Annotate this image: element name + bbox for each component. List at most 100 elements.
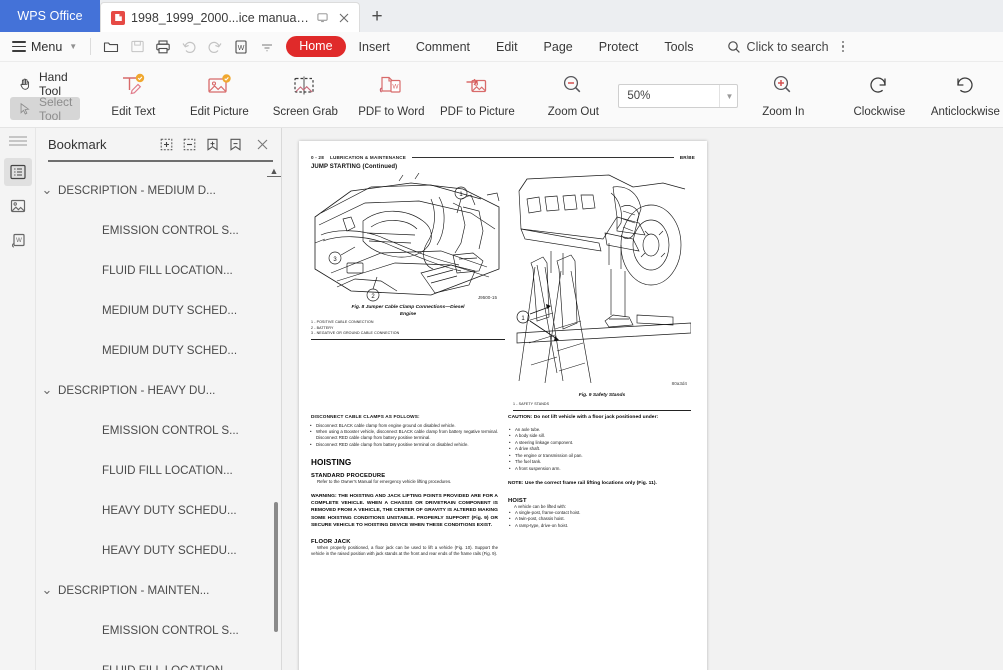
tab-edit[interactable]: Edit: [483, 36, 531, 58]
bookmark-item-label: FLUID FILL LOCATION...: [102, 463, 233, 477]
zoom-level-input[interactable]: 50% ▼: [618, 84, 739, 108]
bookmark-item-label: MEDIUM DUTY SCHED...: [102, 303, 238, 317]
chevron-down-icon[interactable]: ⌄: [36, 183, 58, 196]
zoom-out-button[interactable]: Zoom Out: [530, 65, 616, 127]
svg-text:J9500-15: J9500-15: [478, 295, 498, 300]
document-tab[interactable]: 1998_1999_2000...ice manual.pdf: [100, 2, 360, 32]
hand-tool-button[interactable]: Hand Tool: [10, 69, 80, 98]
close-icon[interactable]: [251, 133, 273, 155]
edit-text-button[interactable]: Edit Text: [90, 65, 176, 127]
bookmark-panel-icon[interactable]: [3, 157, 32, 186]
wps-office-brand-button[interactable]: WPS Office: [0, 0, 100, 32]
collapse-all-icon[interactable]: [178, 133, 201, 155]
figure-9-image: 1 80a3d4: [513, 173, 691, 391]
tab-home[interactable]: Home: [286, 36, 346, 57]
rotate-clockwise-label: Clockwise: [853, 106, 906, 118]
zoom-level-value: 50%: [627, 90, 651, 102]
chevron-down-icon[interactable]: ⌄: [36, 383, 58, 396]
bookmark-item[interactable]: EMISSION CONTROL S...: [36, 610, 281, 650]
customize-dropdown-icon[interactable]: [254, 35, 280, 59]
cursor-arrow-icon: [18, 102, 32, 116]
tab-tools[interactable]: Tools: [651, 36, 706, 58]
open-folder-icon[interactable]: [98, 35, 124, 59]
new-tab-icon[interactable]: +: [360, 2, 394, 32]
legend-item: 3 - NEGATIVE OR GROUND CABLE CONNECTION: [311, 331, 400, 335]
rotate-clockwise-button[interactable]: Clockwise: [836, 65, 922, 127]
zoom-in-label: Zoom In: [762, 106, 805, 118]
figure-8-caption-line2: Engine: [399, 311, 417, 317]
export-to-word-icon[interactable]: W: [228, 35, 254, 59]
redo-icon[interactable]: [202, 35, 228, 59]
menu-items: Home Insert Comment Edit Page Protect To…: [286, 36, 706, 58]
divider: [90, 38, 92, 55]
menu-bar: Menu ▼ W Home Insert Comment Edit Page P…: [0, 32, 1003, 62]
pdf-viewer[interactable]: 0 - 28 LUBRICATION & MAINTENANCE BR/BE J…: [282, 128, 1003, 670]
bookmark-panel: Bookmark ▲ ⌄ DESCRIPTION - MEDIUM D... E…: [36, 128, 282, 670]
pdf-to-picture-label: PDF to Picture: [439, 106, 515, 118]
svg-text:W: W: [238, 45, 245, 52]
rotate-clockwise-icon: [865, 72, 893, 100]
hand-tool-label: Hand Tool: [39, 69, 68, 98]
tab-page[interactable]: Page: [531, 36, 586, 58]
save-icon[interactable]: [124, 35, 150, 59]
kebab-menu-icon[interactable]: [841, 40, 845, 53]
select-tool-button[interactable]: Select Tool: [10, 95, 81, 123]
close-icon[interactable]: [336, 10, 352, 26]
bookmark-item[interactable]: FLUID FILL LOCATION...: [36, 450, 281, 490]
chevron-down-icon[interactable]: ⌄: [36, 583, 58, 596]
left-column: DISCONNECT CABLE CLAMPS AS FOLLOWS: Disc…: [310, 414, 498, 558]
bookmark-item[interactable]: MEDIUM DUTY SCHED...: [36, 290, 281, 330]
tab-protect[interactable]: Protect: [586, 36, 652, 58]
bookmark-item[interactable]: EMISSION CONTROL S...: [36, 410, 281, 450]
bookmark-item-label: HEAVY DUTY SCHEDU...: [102, 503, 237, 517]
bookmark-item[interactable]: FLUID FILL LOCATION...: [36, 650, 281, 670]
warning-text: WARNING: THE HOISTING AND JACK LIFTING P…: [311, 494, 498, 528]
undo-icon[interactable]: [176, 35, 202, 59]
screen-grab-button[interactable]: Screen Grab: [262, 65, 348, 127]
bookmark-item[interactable]: ⌄ DESCRIPTION - MEDIUM D...: [36, 170, 281, 210]
tab-insert[interactable]: Insert: [346, 36, 403, 58]
wps-brand-label: WPS Office: [17, 9, 83, 23]
svg-text:80a3d4: 80a3d4: [672, 381, 688, 386]
pdf-file-icon: [111, 10, 125, 25]
bookmark-item[interactable]: HEAVY DUTY SCHEDU...: [36, 530, 281, 570]
expand-all-icon[interactable]: [155, 133, 178, 155]
bookmark-item[interactable]: HEAVY DUTY SCHEDU...: [36, 490, 281, 530]
bookmark-item-label: DESCRIPTION - MEDIUM D...: [58, 183, 216, 197]
wps-office-window: WPS Office 1998_1999_2000...ice manual.p…: [0, 0, 1003, 670]
hamburger-icon: [12, 41, 26, 52]
drag-handle-icon[interactable]: [8, 136, 27, 146]
bookmark-item[interactable]: ⌄ DESCRIPTION - HEAVY DU...: [36, 370, 281, 410]
monitor-icon[interactable]: [315, 10, 330, 25]
rotate-anticlockwise-button[interactable]: Anticlockwise: [922, 65, 1003, 127]
chevron-down-icon[interactable]: ▼: [719, 85, 733, 107]
bookmark-item[interactable]: MEDIUM DUTY SCHED...: [36, 330, 281, 370]
bookmark-item-label: FLUID FILL LOCATION...: [102, 663, 233, 670]
convert-panel-icon[interactable]: W: [4, 226, 32, 254]
edit-picture-button[interactable]: Edit Picture: [176, 65, 262, 127]
main-menu-button[interactable]: Menu ▼: [8, 35, 83, 59]
pdf-to-picture-button[interactable]: PDF to Picture: [434, 65, 520, 127]
tab-comment[interactable]: Comment: [403, 36, 483, 58]
bookmark-scrollbar-thumb[interactable]: [274, 502, 278, 632]
figure-8-caption: Fig. 8 Jumper Cable Clamp Connections—Di…: [311, 305, 505, 318]
bookmark-list[interactable]: ▲ ⌄ DESCRIPTION - MEDIUM D... EMISSION CON…: [36, 162, 281, 670]
page-running-header: 0 - 28 LUBRICATION & MAINTENANCE BR/BE: [311, 155, 695, 160]
svg-text:W: W: [16, 238, 22, 244]
figure-9-caption: Fig. 9 Safety Stands: [578, 393, 626, 398]
remove-bookmark-icon[interactable]: [224, 133, 247, 155]
caution-text: CAUTION: Do not lift vehicle with a floo…: [508, 414, 659, 420]
chevron-down-icon: ▼: [69, 42, 78, 51]
side-rail: W: [0, 128, 36, 670]
add-bookmark-icon[interactable]: [201, 133, 224, 155]
scroll-up-arrow-icon[interactable]: ▲: [267, 166, 281, 177]
thumbnail-panel-icon[interactable]: [4, 192, 32, 220]
search-area[interactable]: Click to search: [727, 40, 845, 54]
pdf-to-word-icon: W: [377, 72, 405, 100]
bookmark-item[interactable]: ⌄ DESCRIPTION - MAINTEN...: [36, 570, 281, 610]
print-icon[interactable]: [150, 35, 176, 59]
zoom-in-button[interactable]: Zoom In: [740, 65, 826, 127]
bookmark-item[interactable]: EMISSION CONTROL S...: [36, 210, 281, 250]
bookmark-item[interactable]: FLUID FILL LOCATION...: [36, 250, 281, 290]
pdf-to-word-button[interactable]: W PDF to Word: [348, 65, 434, 127]
